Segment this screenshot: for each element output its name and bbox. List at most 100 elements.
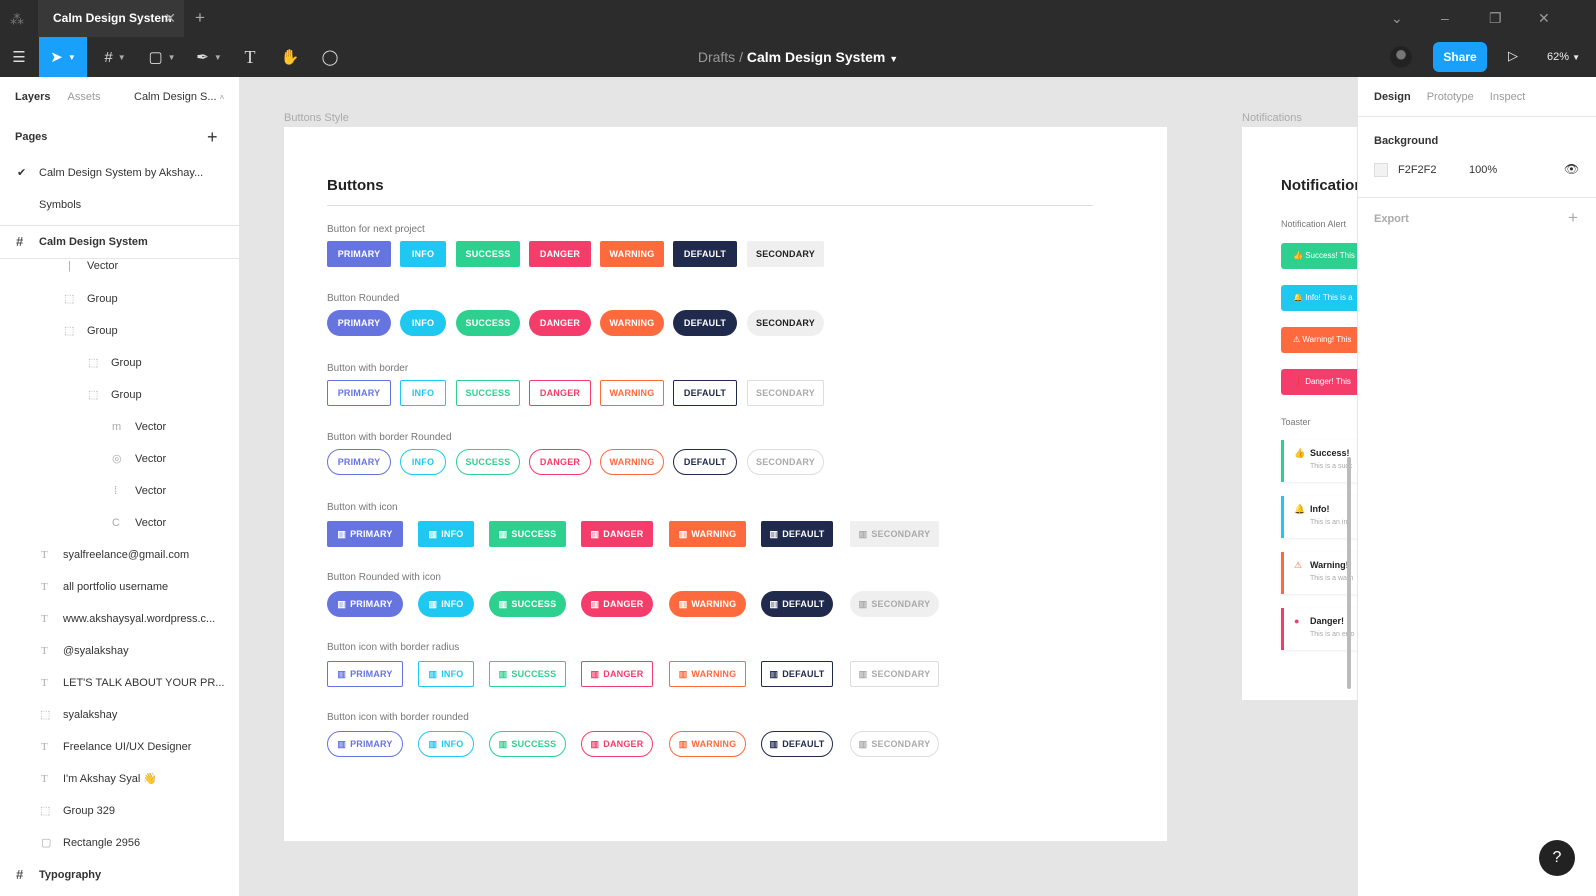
- layer-item[interactable]: ◎ Vector: [0, 443, 239, 475]
- frame-tool-button[interactable]: # ▼: [98, 37, 132, 77]
- comment-tool-button[interactable]: ◯: [318, 37, 342, 77]
- info-button[interactable]: INFO: [400, 241, 446, 267]
- primary-button[interactable]: ▥ PRIMARY: [327, 661, 403, 687]
- layer-item[interactable]: Twww.akshaysyal.wordpress.c...: [0, 603, 239, 635]
- info-button[interactable]: ▥ INFO: [418, 521, 474, 547]
- layer-item[interactable]: ⬚ Group: [0, 315, 239, 347]
- secondary-button[interactable]: ▥ SECONDARY: [850, 591, 939, 617]
- warning-button[interactable]: ▥ WARNING: [669, 661, 746, 687]
- primary-button[interactable]: PRIMARY: [327, 380, 391, 406]
- layer-item[interactable]: ⬚ Group: [0, 347, 239, 379]
- help-button[interactable]: ?: [1539, 840, 1575, 876]
- warning-button[interactable]: WARNING: [600, 380, 664, 406]
- layer-item[interactable]: ⁞ Vector: [0, 475, 239, 507]
- maximize-icon[interactable]: ❐: [1489, 10, 1502, 27]
- success-button[interactable]: SUCCESS: [456, 241, 520, 267]
- secondary-button[interactable]: SECONDARY: [747, 449, 824, 475]
- secondary-button[interactable]: SECONDARY: [747, 380, 824, 406]
- layer-item[interactable]: C Vector: [0, 507, 239, 539]
- default-button[interactable]: ▥ DEFAULT: [761, 591, 833, 617]
- text-tool-button[interactable]: T: [238, 37, 262, 77]
- warning-button[interactable]: ▥ WARNING: [669, 521, 746, 547]
- secondary-button[interactable]: ▥ SECONDARY: [850, 521, 939, 547]
- add-page-icon[interactable]: +: [207, 127, 218, 148]
- warning-button[interactable]: WARNING: [600, 241, 664, 267]
- shape-tool-button[interactable]: ▢ ▼: [145, 37, 179, 77]
- warning-button[interactable]: WARNING: [600, 449, 664, 475]
- chevron-down-icon[interactable]: ⌄: [1391, 10, 1403, 27]
- eye-icon[interactable]: 👁: [1564, 162, 1579, 176]
- close-tab-icon[interactable]: ✕: [164, 0, 176, 37]
- breadcrumb-parent[interactable]: Drafts: [698, 49, 735, 65]
- warning-button[interactable]: ▥ WARNING: [669, 591, 746, 617]
- default-button[interactable]: ▥ DEFAULT: [761, 731, 833, 757]
- tab-inspect[interactable]: Inspect: [1490, 91, 1525, 103]
- layer-item[interactable]: ⬚ Group: [0, 379, 239, 411]
- primary-button[interactable]: ▥ PRIMARY: [327, 521, 403, 547]
- minimize-icon[interactable]: –: [1441, 10, 1449, 26]
- warning-button[interactable]: WARNING: [600, 310, 664, 336]
- frame-label-notifications[interactable]: Notifications: [1242, 112, 1302, 124]
- secondary-button[interactable]: SECONDARY: [747, 310, 824, 336]
- layer-item[interactable]: T LET'S TALK ABOUT YOUR PR...: [0, 667, 239, 699]
- default-button[interactable]: DEFAULT: [673, 449, 737, 475]
- zoom-dropdown[interactable]: 62% ▼: [1547, 37, 1580, 78]
- main-menu-icon[interactable]: ☰: [8, 37, 30, 77]
- info-button[interactable]: ▥ INFO: [418, 731, 474, 757]
- danger-button[interactable]: ▥ DANGER: [581, 591, 653, 617]
- primary-button[interactable]: PRIMARY: [327, 310, 391, 336]
- tab-layers[interactable]: Layers: [15, 91, 50, 103]
- danger-button[interactable]: ▥ DANGER: [581, 521, 653, 547]
- info-button[interactable]: ▥ INFO: [418, 591, 474, 617]
- success-button[interactable]: ▥ SUCCESS: [489, 521, 566, 547]
- success-button[interactable]: SUCCESS: [456, 310, 520, 336]
- hand-tool-button[interactable]: ✋: [278, 37, 302, 77]
- danger-button[interactable]: ▥ DANGER: [581, 661, 653, 687]
- frame-label-buttons[interactable]: Buttons Style: [284, 112, 349, 124]
- notifications-frame[interactable]: Notification Notification Alert 👍 Succes…: [1242, 127, 1357, 700]
- default-button[interactable]: DEFAULT: [673, 310, 737, 336]
- layer-item[interactable]: T Freelance UI/UX Designer: [0, 731, 239, 763]
- chevron-down-icon[interactable]: ▼: [889, 54, 898, 64]
- layer-frame[interactable]: # Typography: [0, 859, 239, 891]
- danger-button[interactable]: DANGER: [529, 380, 591, 406]
- layer-frame[interactable]: # Calm Design System: [0, 226, 239, 258]
- move-tool-button[interactable]: ➤ ▼: [39, 37, 87, 77]
- danger-button[interactable]: ▥ DANGER: [581, 731, 653, 757]
- info-button[interactable]: INFO: [400, 380, 446, 406]
- success-button[interactable]: SUCCESS: [456, 380, 520, 406]
- default-button[interactable]: ▥ DEFAULT: [761, 521, 833, 547]
- breadcrumb-current[interactable]: Calm Design System: [747, 49, 886, 65]
- page-selector[interactable]: Calm Design S... ˄: [134, 91, 224, 103]
- default-button[interactable]: DEFAULT: [673, 380, 737, 406]
- layer-item[interactable]: ⬚ syalakshay: [0, 699, 239, 731]
- warning-button[interactable]: ▥ WARNING: [669, 731, 746, 757]
- canvas-scrollbar[interactable]: [1347, 457, 1351, 689]
- tab-assets[interactable]: Assets: [67, 91, 100, 103]
- background-opacity-input[interactable]: 100%: [1469, 164, 1497, 176]
- layer-item[interactable]: T @syalakshay: [0, 635, 239, 667]
- primary-button[interactable]: PRIMARY: [327, 241, 391, 267]
- color-swatch[interactable]: [1374, 163, 1388, 177]
- page-item[interactable]: ✔ Calm Design System by Akshay...: [0, 157, 239, 189]
- danger-button[interactable]: DANGER: [529, 449, 591, 475]
- primary-button[interactable]: ▥ PRIMARY: [327, 731, 403, 757]
- buttons-style-frame[interactable]: Buttons Button for next project PRIMARY IN…: [284, 127, 1167, 841]
- default-button[interactable]: DEFAULT: [673, 241, 737, 267]
- page-item[interactable]: Symbols: [0, 189, 239, 221]
- danger-button[interactable]: DANGER: [529, 310, 591, 336]
- present-icon[interactable]: ▷: [1508, 48, 1518, 64]
- info-button[interactable]: INFO: [400, 449, 446, 475]
- info-button[interactable]: ▥ INFO: [418, 661, 474, 687]
- danger-button[interactable]: DANGER: [529, 241, 591, 267]
- figma-menu-icon[interactable]: ⁂: [10, 11, 26, 27]
- tab-prototype[interactable]: Prototype: [1427, 91, 1474, 103]
- layer-item[interactable]: Tall portfolio username: [0, 571, 239, 603]
- share-button[interactable]: Share: [1433, 42, 1487, 72]
- file-tab[interactable]: Calm Design System ✕: [38, 0, 184, 37]
- success-button[interactable]: ▥ SUCCESS: [489, 731, 566, 757]
- default-button[interactable]: ▥ DEFAULT: [761, 661, 833, 687]
- secondary-button[interactable]: ▥ SECONDARY: [850, 731, 939, 757]
- layer-item[interactable]: Tsyalfreelance@gmail.com: [0, 539, 239, 571]
- primary-button[interactable]: ▥ PRIMARY: [327, 591, 403, 617]
